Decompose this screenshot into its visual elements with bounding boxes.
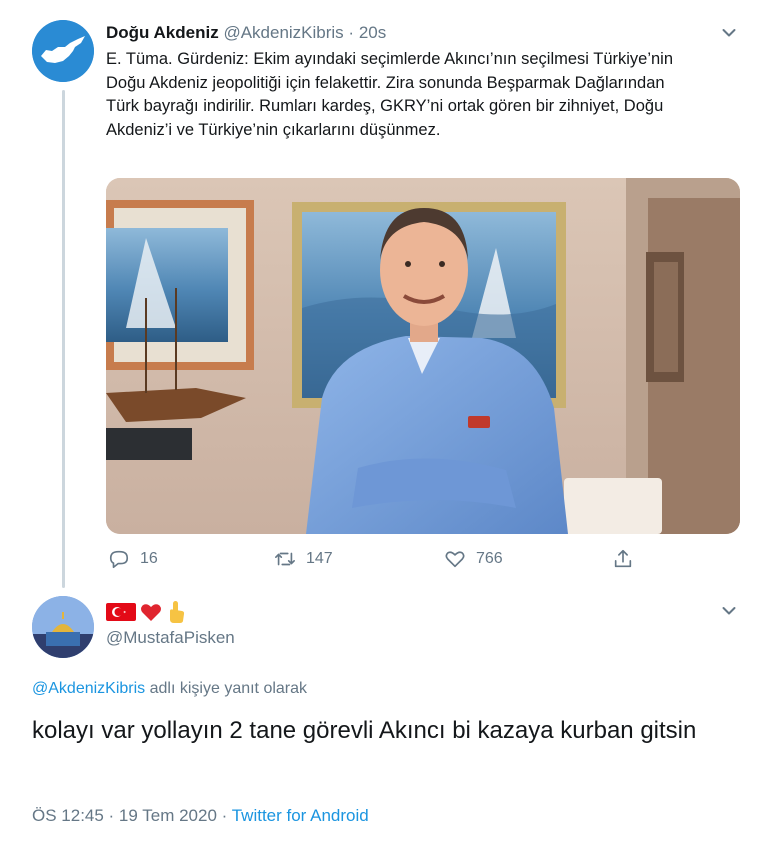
chevron-down-icon[interactable]: [722, 28, 736, 38]
chevron-down-icon[interactable]: [722, 606, 736, 616]
retweet-count: 147: [306, 550, 333, 567]
retweet-button[interactable]: 147: [274, 545, 333, 573]
tweet-actions: 16 147 766: [106, 545, 646, 573]
tweet-meta: ÖS 12:45 · 19 Tem 2020 · Twitter for And…: [32, 806, 369, 826]
mention-link[interactable]: @AkdenizKibris: [32, 680, 145, 697]
tweet-text: kolayı var yollayın 2 tane görevli Akınc…: [32, 717, 697, 744]
share-icon: [614, 549, 632, 568]
separator-dot: ·: [348, 23, 355, 42]
tweet-photo[interactable]: [106, 178, 740, 534]
tweet-time[interactable]: 20s: [359, 23, 386, 42]
avatar[interactable]: [32, 596, 94, 658]
tweet-text: E. Tüma. Gürdeniz: Ekim ayındaki seçimle…: [106, 50, 674, 139]
tweet-header: Doğu Akdeniz @AkdenizKibris · 20s: [106, 22, 708, 44]
emoji-row: [106, 600, 186, 624]
replying-to: @AkdenizKibris adlı kişiye yanıt olarak: [32, 680, 307, 698]
reply-button[interactable]: 16: [108, 545, 158, 573]
pointing-up-hand-icon: [170, 601, 185, 623]
cyprus-map-icon: [32, 20, 94, 82]
user-handle[interactable]: @AkdenizKibris: [223, 23, 343, 42]
reply-icon: [109, 550, 129, 569]
replying-to-text: adlı kişiye yanıt olarak: [145, 680, 308, 697]
like-button[interactable]: 766: [444, 545, 503, 573]
heart-icon: [445, 551, 465, 568]
tweet-source[interactable]: Twitter for Android: [232, 806, 369, 825]
tweet-timestamp[interactable]: ÖS 12:45 · 19 Tem 2020 ·: [32, 806, 232, 825]
retweet-icon: [275, 552, 295, 566]
avatar[interactable]: [32, 20, 94, 82]
photo-man-in-office-image: [106, 178, 740, 534]
display-name[interactable]: Doğu Akdeniz: [106, 23, 219, 42]
turkish-flag-icon: [106, 603, 136, 621]
dome-of-the-rock-icon: [32, 596, 94, 658]
reply-count: 16: [140, 550, 158, 567]
red-heart-icon: [141, 604, 161, 621]
user-handle[interactable]: @MustafaPisken: [106, 628, 235, 648]
thread-line: [62, 90, 65, 588]
share-button[interactable]: [612, 545, 634, 573]
like-count: 766: [476, 550, 503, 567]
